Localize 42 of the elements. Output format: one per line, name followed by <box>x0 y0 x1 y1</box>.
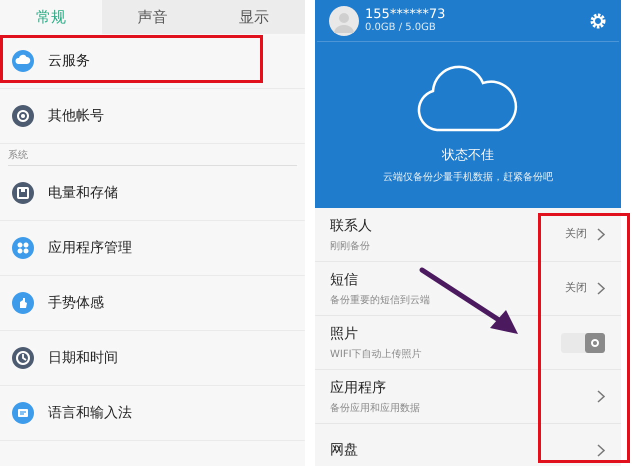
tab[interactable]: 声音 <box>102 0 204 34</box>
row-title: 短信 <box>330 270 359 290</box>
toggle-switch[interactable] <box>561 332 605 352</box>
row-title: 应用程序 <box>330 378 387 398</box>
tab[interactable]: 显示 <box>203 0 305 34</box>
row-value: 关闭 <box>565 280 587 296</box>
row-title: 照片 <box>330 324 359 344</box>
item-label: 语言和输入法 <box>48 404 132 422</box>
row-title: 联系人 <box>330 216 373 236</box>
item-label: 手势体感 <box>48 294 104 312</box>
item-label: 电量和存储 <box>48 184 118 202</box>
chevron-icon <box>597 444 605 457</box>
settings-item[interactable]: 手势体感 <box>0 276 305 331</box>
chevron-icon <box>597 282 605 295</box>
status-title: 状态不佳 <box>442 147 494 165</box>
backup-row[interactable]: 短信 备份重要的短信到云端 关闭 <box>315 262 621 316</box>
item-label: 云服务 <box>48 52 90 70</box>
chevron-icon <box>597 228 605 241</box>
item-label: 其他帐号 <box>48 106 104 126</box>
backup-row[interactable]: 应用程序 备份应用和应用数据 <box>315 370 621 424</box>
settings-item[interactable]: 云服务 <box>0 34 305 89</box>
row-subtitle: 备份重要的短信到云端 <box>330 294 431 308</box>
row-subtitle: 备份应用和应用数据 <box>330 402 421 416</box>
item-label: 日期和时间 <box>48 348 118 368</box>
status-description: 云端仅备份少量手机数据，赶紧备份吧 <box>383 170 553 184</box>
chevron-icon <box>597 390 605 403</box>
settings-item[interactable]: 日期和时间 <box>0 331 305 386</box>
settings-item[interactable]: 应用程序管理 <box>0 221 305 276</box>
settings-item[interactable]: 其他帐号 <box>0 89 305 144</box>
row-subtitle: WIFI下自动上传照片 <box>330 348 423 362</box>
row-title: 网盘 <box>330 441 359 460</box>
row-value: 关闭 <box>565 226 587 242</box>
section-label: 系统 <box>8 148 28 163</box>
avatar-icon <box>329 6 359 36</box>
storage-usage: 0.0GB / 5.0GB <box>365 22 437 34</box>
settings-item[interactable]: 电量和存储 <box>0 166 305 221</box>
item-label: 应用程序管理 <box>48 238 132 258</box>
account-number: 155******73 <box>365 7 446 22</box>
backup-row[interactable]: 网盘 <box>315 424 621 466</box>
settings-item[interactable]: 语言和输入法 <box>0 386 305 441</box>
backup-row[interactable]: 联系人 刚刚备份 关闭 <box>315 208 621 262</box>
row-subtitle: 刚刚备份 <box>330 240 371 254</box>
